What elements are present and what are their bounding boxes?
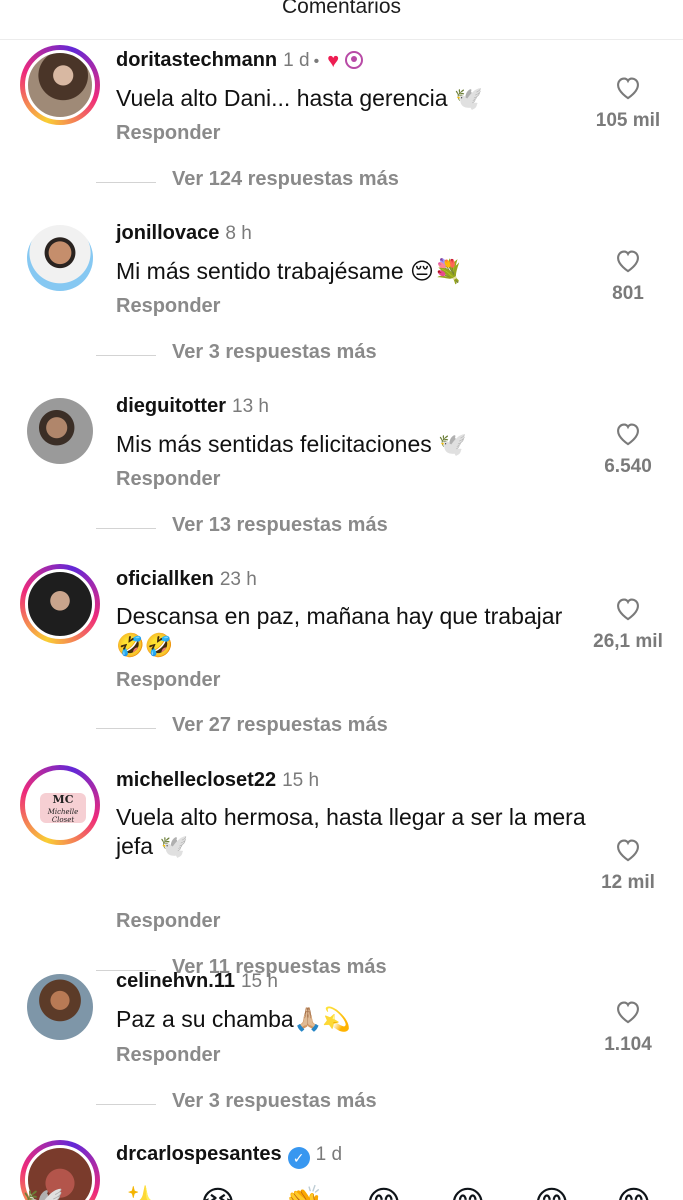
comment-header: michellecloset22 15 h [116, 769, 319, 792]
comment-time: 15 h [240, 971, 278, 992]
brand-logo: MC Michelle Closet [40, 793, 86, 824]
logo-script: Michelle Closet [47, 808, 79, 824]
comment-username[interactable]: oficiallken [116, 568, 214, 590]
heart-outline-icon[interactable] [614, 836, 642, 862]
reaction-emoji[interactable]: ✨ [118, 1184, 160, 1200]
like-area: 801 [573, 247, 683, 305]
comment-username[interactable]: celinehvn.11 [116, 970, 235, 992]
reaction-emoji[interactable]: 😊 [534, 1184, 569, 1200]
comment-time: 13 h [232, 396, 269, 417]
heart-outline-icon[interactable] [614, 74, 642, 100]
avatar [27, 398, 93, 464]
divider [96, 728, 156, 729]
avatar [25, 50, 95, 120]
avatar-container[interactable] [27, 398, 93, 464]
divider [96, 1104, 156, 1105]
avatar: MC Michelle Closet [25, 770, 95, 840]
reaction-emoji[interactable]: 👏 [282, 1184, 324, 1200]
avatar-story-ring[interactable]: MC Michelle Closet [20, 765, 100, 845]
comment-time: 1 d [315, 1144, 343, 1165]
reaction-emoji[interactable]: 😊 [450, 1184, 485, 1200]
reply-button[interactable]: Responder [116, 1044, 220, 1067]
divider [96, 355, 156, 356]
avatar-story-ring[interactable] [20, 564, 100, 644]
comment-header: celinehvn.11 15 h [116, 970, 278, 993]
comment-text: Descansa en paz, mañana hay que trabajar… [116, 603, 563, 658]
comment-time: 8 h [225, 223, 252, 244]
verified-check-icon: ✓ [287, 1147, 310, 1169]
view-more-replies[interactable]: Ver 27 respuestas más [96, 714, 596, 744]
comment-time: 1 d [283, 50, 310, 71]
reply-button[interactable]: Responder [116, 910, 220, 933]
reply-button[interactable]: Responder [116, 295, 220, 318]
quick-reaction-bar: 🕊️ ✨ 😭 👏 😊 😊 😊 😊 [0, 1184, 683, 1200]
comments-title: Comentarios [281, 0, 402, 18]
like-count: 6.540 [604, 456, 652, 477]
comment-username[interactable]: jonillovace [116, 222, 219, 244]
comment-header: doritastechmann 1 d • ♥ [116, 49, 364, 73]
heart-outline-icon[interactable] [614, 998, 642, 1024]
view-more-replies-label: Ver 3 respuestas más [172, 341, 377, 363]
comment-header: oficiallken 23 h [116, 568, 257, 591]
comment-time: 15 h [282, 770, 320, 791]
reply-button[interactable]: Responder [116, 468, 220, 491]
heart-outline-icon[interactable] [614, 595, 642, 621]
like-area: 12 mil [573, 836, 683, 894]
reaction-emoji[interactable]: 😭 [198, 1184, 238, 1200]
reply-button[interactable]: Responder [116, 669, 220, 692]
heart-red-icon: ♥ [327, 50, 340, 72]
like-count: 105 mil [595, 110, 661, 131]
separator-dot: • [313, 53, 320, 70]
avatar-story-ring[interactable] [20, 45, 100, 125]
comment-username[interactable]: doritastechmann [116, 49, 277, 71]
divider [96, 182, 156, 183]
comment-text: Mis más sentidas felicitaciones 🕊️ [116, 431, 467, 457]
view-more-replies-label: Ver 124 respuestas más [172, 168, 399, 190]
avatar-container[interactable] [27, 225, 93, 291]
reply-button[interactable]: Responder [116, 122, 220, 145]
view-more-replies[interactable]: Ver 3 respuestas más [96, 1090, 596, 1120]
view-more-replies-label: Ver 3 respuestas más [172, 1090, 377, 1112]
avatar [25, 569, 95, 639]
creator-badge-icon [345, 51, 364, 69]
reaction-emoji[interactable]: 😊 [366, 1184, 401, 1200]
like-area: 105 mil [573, 74, 683, 132]
view-more-replies[interactable]: Ver 13 respuestas más [96, 514, 596, 544]
like-count: 801 [612, 283, 644, 304]
comment-text: Mi más sentido trabajésame 😔💐 [116, 258, 463, 284]
comment-header: drcarlospesantes ✓ 1 d [116, 1143, 342, 1169]
like-count: 1.104 [604, 1034, 652, 1055]
comment-text: Vuela alto hermosa, hasta llegar a ser l… [116, 804, 586, 859]
comment-header: jonillovace 8 h [116, 222, 252, 245]
comments-header: Comentarios [0, 0, 683, 40]
view-more-replies-label: Ver 27 respuestas más [172, 714, 388, 736]
comment-username[interactable]: drcarlospesantes [116, 1143, 282, 1165]
like-area: 6.540 [573, 420, 683, 478]
view-more-replies-label: Ver 13 respuestas más [172, 514, 388, 536]
logo-initials: MC [52, 793, 74, 806]
like-count: 26,1 mil [593, 631, 663, 652]
comment-username[interactable]: dieguitotter [116, 395, 226, 417]
divider [96, 528, 156, 529]
comment-username[interactable]: michellecloset22 [116, 769, 276, 791]
reaction-emoji[interactable]: 😊 [616, 1184, 651, 1200]
reaction-emoji[interactable]: 🕊️ [22, 1184, 64, 1200]
comment-time: 23 h [219, 569, 257, 590]
view-more-replies[interactable]: Ver 3 respuestas más [96, 341, 596, 371]
like-area: 26,1 mil [573, 595, 683, 653]
avatar [27, 225, 93, 291]
avatar-container[interactable] [27, 974, 93, 1040]
avatar [27, 974, 93, 1040]
comment-text: Vuela alto Dani... hasta gerencia 🕊️ [116, 85, 483, 111]
heart-outline-icon[interactable] [614, 247, 642, 273]
comment-text: Paz a su chamba🙏🏼💫 [116, 1006, 351, 1032]
like-area: 1.104 [573, 998, 683, 1056]
view-more-replies[interactable]: Ver 124 respuestas más [96, 168, 596, 198]
comment-header: dieguitotter 13 h [116, 395, 269, 418]
like-count: 12 mil [601, 872, 655, 893]
heart-outline-icon[interactable] [614, 420, 642, 446]
